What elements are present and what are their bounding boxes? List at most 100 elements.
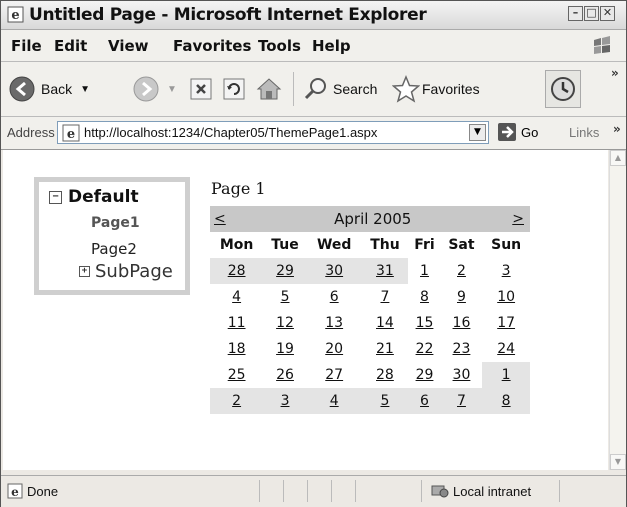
go-button[interactable]: Go — [497, 122, 538, 142]
address-url: http://localhost:1234/Chapter05/ThemePag… — [84, 125, 378, 140]
refresh-icon — [223, 78, 245, 100]
stop-icon — [190, 78, 212, 100]
status-divider — [421, 480, 422, 502]
calendar-day[interactable]: 6 — [408, 388, 441, 414]
collapse-icon[interactable]: − — [49, 190, 62, 204]
tree-node-default[interactable]: − Default — [49, 187, 139, 207]
refresh-button[interactable] — [222, 72, 246, 106]
vertical-scrollbar[interactable]: ▲ ▼ — [609, 150, 626, 470]
back-button[interactable]: Back ▼ — [9, 72, 90, 106]
calendar-day[interactable]: 21 — [362, 336, 409, 362]
scroll-up-icon[interactable]: ▲ — [610, 150, 626, 166]
calendar: < April 2005 > Mon Tue Wed Thu Fri Sat S… — [210, 206, 530, 434]
forward-arrow-icon — [133, 76, 159, 102]
calendar-day[interactable]: 2 — [441, 258, 483, 284]
calendar-day[interactable]: 18 — [210, 336, 263, 362]
calendar-day[interactable]: 1 — [482, 362, 530, 388]
calendar-day[interactable]: 1 — [408, 258, 440, 284]
scroll-down-icon[interactable]: ▼ — [610, 454, 626, 470]
expand-icon[interactable]: + — [79, 266, 90, 277]
tree-view: − Default Page1 Page2 + SubPage — [34, 177, 190, 295]
calendar-day[interactable]: 3 — [482, 258, 530, 284]
browser-window: e Untitled Page - Microsoft Internet Exp… — [0, 0, 627, 507]
calendar-day[interactable]: 28 — [210, 258, 264, 284]
address-bar: Address e http://localhost:1234/Chapter0… — [1, 117, 626, 150]
calendar-day[interactable]: 22 — [408, 336, 440, 362]
menu-favorites[interactable]: Favorites — [173, 37, 251, 55]
calendar-day[interactable]: 4 — [210, 284, 263, 310]
calendar-week: 4 5 6 7 8 9 10 — [210, 284, 530, 310]
address-label: Address — [7, 125, 55, 140]
calendar-day[interactable]: 10 — [482, 284, 530, 310]
calendar-day[interactable]: 17 — [482, 310, 530, 336]
calendar-prev-link[interactable]: < — [210, 206, 263, 232]
calendar-day[interactable]: 4 — [306, 388, 362, 414]
calendar-day[interactable]: 2 — [210, 388, 264, 414]
menu-help[interactable]: Help — [312, 37, 351, 55]
home-button[interactable] — [255, 72, 283, 106]
search-button[interactable]: Search — [303, 72, 377, 106]
media-button[interactable] — [545, 70, 581, 108]
zone-text: Local intranet — [453, 484, 532, 499]
calendar-day-names: Mon Tue Wed Thu Fri Sat Sun — [210, 232, 530, 258]
day-name: Sun — [491, 237, 522, 253]
calendar-day[interactable]: 26 — [263, 362, 307, 388]
calendar-day[interactable]: 15 — [408, 310, 440, 336]
svg-text:e: e — [11, 8, 19, 23]
calendar-day[interactable]: 25 — [210, 362, 263, 388]
minimize-button[interactable]: – — [568, 6, 583, 21]
stop-button[interactable] — [189, 72, 213, 106]
calendar-week: 25 26 27 28 29 30 1 — [210, 362, 530, 388]
calendar-day[interactable]: 30 — [441, 362, 483, 388]
calendar-day[interactable]: 5 — [263, 284, 307, 310]
calendar-day[interactable]: 24 — [482, 336, 530, 362]
calendar-day[interactable]: 5 — [361, 388, 409, 414]
calendar-day[interactable]: 12 — [263, 310, 307, 336]
calendar-day[interactable]: 19 — [263, 336, 307, 362]
calendar-day[interactable]: 7 — [440, 388, 483, 414]
calendar-day[interactable]: 29 — [263, 258, 307, 284]
calendar-day[interactable]: 31 — [361, 258, 409, 284]
menu-view[interactable]: View — [108, 37, 149, 55]
menu-tools[interactable]: Tools — [258, 37, 301, 55]
calendar-day[interactable]: 20 — [307, 336, 362, 362]
calendar-next-link[interactable]: > — [482, 206, 530, 232]
calendar-day[interactable]: 7 — [362, 284, 409, 310]
close-button[interactable]: ✕ — [600, 6, 615, 21]
calendar-day[interactable]: 16 — [441, 310, 483, 336]
toolbar-overflow-icon[interactable]: » — [611, 66, 619, 80]
favorites-button[interactable]: Favorites — [392, 72, 480, 106]
calendar-day[interactable]: 27 — [307, 362, 362, 388]
status-bar: e Done Local intranet — [1, 475, 626, 507]
calendar-day[interactable]: 13 — [307, 310, 362, 336]
calendar-day[interactable]: 3 — [263, 388, 307, 414]
calendar-day[interactable]: 8 — [482, 388, 530, 414]
tree-node-page2[interactable]: Page2 — [91, 240, 137, 258]
calendar-day[interactable]: 30 — [306, 258, 362, 284]
links-overflow-icon[interactable]: » — [613, 122, 621, 136]
links-button[interactable]: Links — [569, 125, 599, 140]
forward-dropdown-icon[interactable]: ▼ — [167, 84, 177, 95]
forward-button[interactable]: ▼ — [133, 72, 177, 106]
maximize-button[interactable]: □ — [584, 6, 599, 21]
calendar-day[interactable]: 8 — [408, 284, 440, 310]
calendar-day[interactable]: 6 — [307, 284, 362, 310]
calendar-day[interactable]: 9 — [441, 284, 483, 310]
tree-node-subpage[interactable]: + SubPage — [79, 261, 173, 282]
page-status-icon: e — [7, 483, 23, 499]
back-dropdown-icon[interactable]: ▼ — [80, 84, 90, 95]
menu-edit[interactable]: Edit — [54, 37, 87, 55]
status-text: Done — [27, 484, 59, 499]
tree-node-page1[interactable]: Page1 — [91, 215, 140, 231]
ie-icon: e — [7, 6, 24, 23]
calendar-day[interactable]: 11 — [210, 310, 263, 336]
status-divider — [283, 480, 284, 502]
calendar-day[interactable]: 14 — [362, 310, 409, 336]
calendar-day[interactable]: 29 — [408, 362, 440, 388]
address-dropdown-icon[interactable]: ▼ — [469, 124, 486, 141]
address-input[interactable]: e http://localhost:1234/Chapter05/ThemeP… — [57, 121, 489, 144]
menu-file[interactable]: File — [11, 37, 42, 55]
calendar-day[interactable]: 28 — [362, 362, 409, 388]
calendar-day[interactable]: 23 — [441, 336, 483, 362]
calendar-month-title: April 2005 — [334, 210, 412, 228]
